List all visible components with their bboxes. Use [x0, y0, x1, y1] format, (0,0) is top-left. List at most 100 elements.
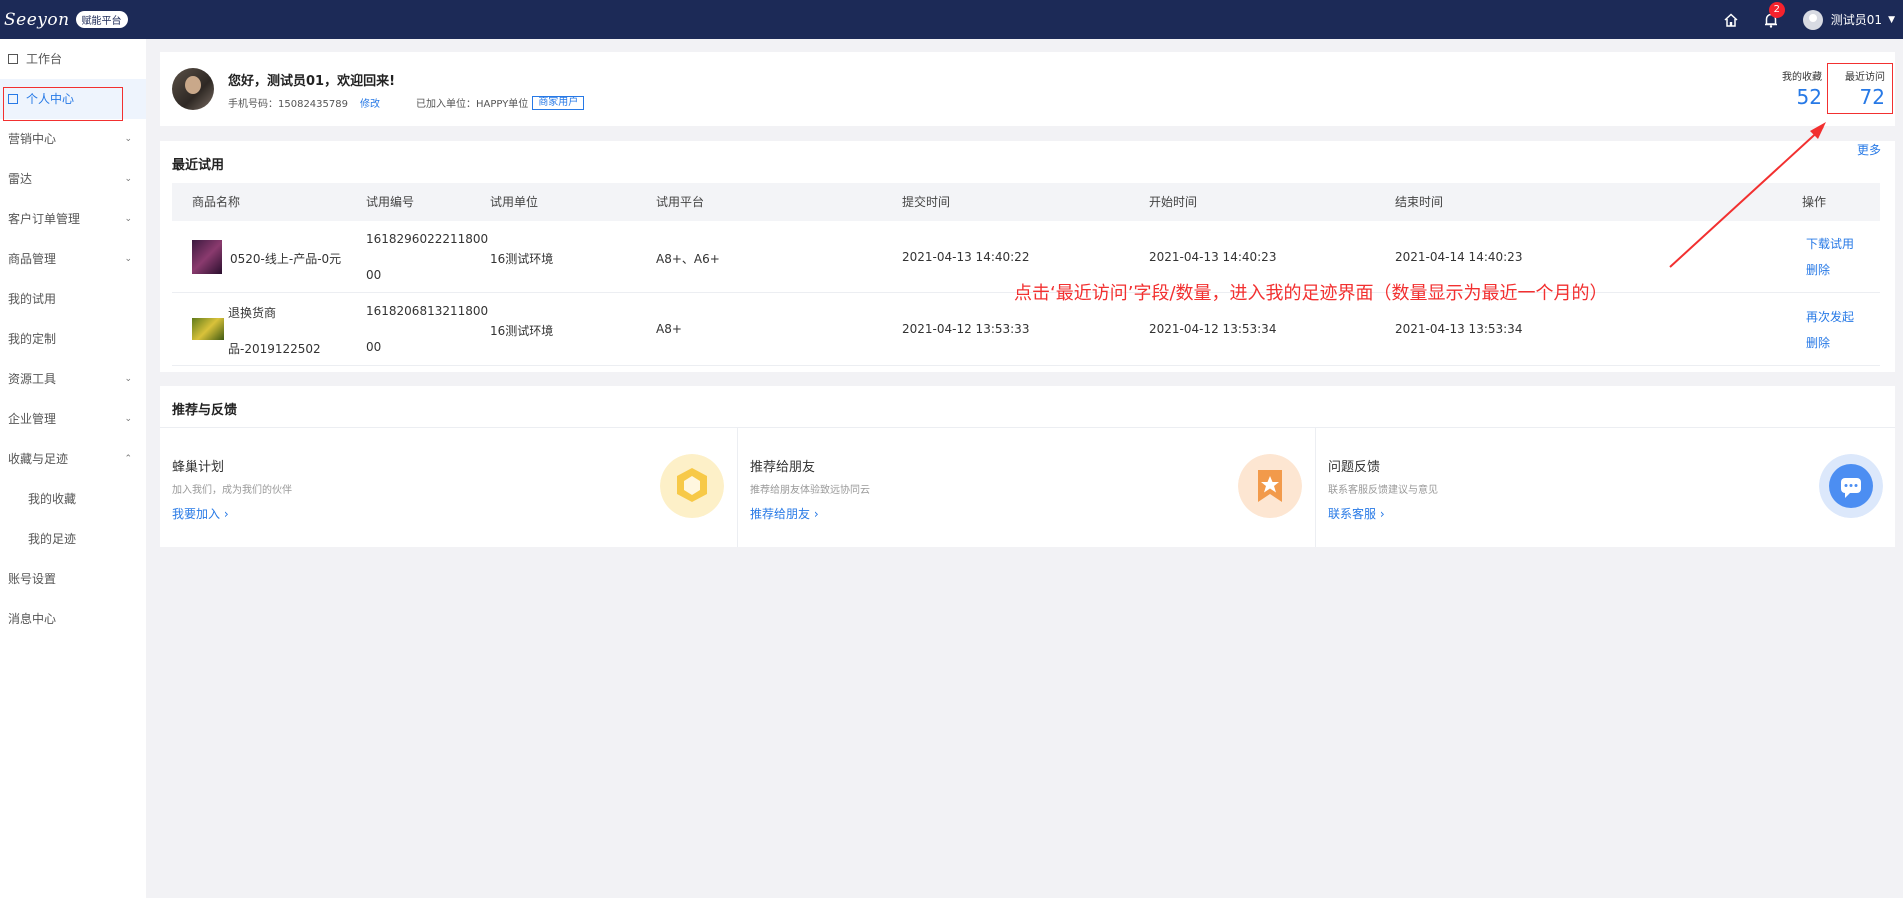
- section-header: 推荐与反馈: [160, 386, 1895, 428]
- recommend-friend-link-label: 推荐给朋友: [750, 507, 811, 521]
- avatar: [172, 68, 214, 110]
- submit-time: 2021-04-13 14:40:22: [902, 250, 1030, 264]
- chevron-down-icon: ⌄: [124, 214, 132, 224]
- logo-text: Seeyon: [4, 9, 70, 30]
- more-link[interactable]: 更多: [1857, 141, 1881, 158]
- delete-link[interactable]: 删除: [1806, 334, 1830, 351]
- sidebar-item-products[interactable]: 商品管理 ⌄: [0, 239, 146, 279]
- trial-id: 00: [366, 340, 382, 354]
- start-time: 2021-04-12 13:53:34: [1149, 322, 1277, 336]
- column-header: 商品名称: [192, 195, 241, 209]
- sidebar-item-customer-orders[interactable]: 客户订单管理 ⌄: [0, 199, 146, 239]
- product-thumbnail: [192, 240, 222, 274]
- user-type-tag: 商家用户: [532, 95, 585, 110]
- start-time: 2021-04-13 14:40:23: [1149, 250, 1277, 264]
- card-title: 蜂巢计划: [172, 460, 225, 475]
- ribbon-star-icon: [1238, 454, 1302, 518]
- product-thumbnail: [192, 318, 224, 340]
- column-header: 结束时间: [1395, 195, 1444, 209]
- favorites-label: 我的收藏: [1782, 72, 1822, 83]
- product-name[interactable]: 品-2019122502: [228, 340, 321, 357]
- contact-support-link[interactable]: 联系客服 ›: [1328, 505, 1385, 522]
- annotation-highlight-box: [1827, 63, 1893, 114]
- product-name[interactable]: 退换货商: [228, 304, 276, 321]
- trial-id: 00: [366, 268, 382, 282]
- chevron-down-icon[interactable]: ▼: [1888, 15, 1895, 25]
- table-header: 商品名称 试用编号 试用单位 试用平台 提交时间 开始时间 结束时间 操作: [172, 183, 1880, 221]
- reinitiate-link[interactable]: 再次发起: [1806, 308, 1854, 325]
- chat-bubble-icon: [1819, 454, 1883, 518]
- sidebar-item-label: 账号设置: [8, 572, 57, 586]
- greeting-text: 您好，测试员01，欢迎回来!: [228, 74, 396, 89]
- sidebar-item-label: 我的收藏: [28, 492, 77, 506]
- feedback-card: 问题反馈 联系客服反馈建议与意见 联系客服 ›: [1316, 428, 1895, 547]
- sidebar-item-enterprise[interactable]: 企业管理 ⌄: [0, 399, 146, 439]
- edit-phone-link[interactable]: 修改: [360, 95, 380, 110]
- sidebar-item-my-trials[interactable]: 我的试用: [0, 279, 146, 319]
- sidebar-item-marketing[interactable]: 营销中心 ⌄: [0, 119, 146, 159]
- user-menu-name[interactable]: 测试员01: [1831, 11, 1882, 28]
- section-title: 最近试用: [172, 158, 225, 173]
- profile-card: 您好，测试员01，欢迎回来! 手机号码：15082435789 修改 已加入单位…: [160, 52, 1895, 126]
- sidebar-item-label: 营销中心: [8, 132, 57, 146]
- profile-info-line: 手机号码：15082435789 修改 已加入单位：HAPPY单位 商家用户: [228, 95, 585, 110]
- notification-button[interactable]: 2: [1763, 1, 1785, 28]
- card-description: 加入我们，成为我们的伙伴: [172, 485, 292, 496]
- hive-plan-card: 蜂巢计划 加入我们，成为我们的伙伴 我要加入 ›: [160, 428, 738, 547]
- favorites-stat[interactable]: 我的收藏 52: [1762, 68, 1822, 109]
- trial-id: 1618296022211800: [366, 232, 489, 246]
- column-header: 试用平台: [656, 195, 705, 209]
- sidebar-item-label: 收藏与足迹: [8, 452, 69, 466]
- card-description: 推荐给朋友体验致远协同云: [750, 485, 870, 496]
- chevron-down-icon: ⌄: [124, 254, 132, 264]
- annotation-text: 点击‘最近访问’字段/数量，进入我的足迹界面（数量显示为最近一个月的）: [1014, 283, 1608, 304]
- recent-trials-card: 最近试用 更多 商品名称 试用编号 试用单位 试用平台 提交时间 开始时间 结束…: [160, 141, 1895, 372]
- workbench-icon: [8, 54, 18, 64]
- sidebar-item-label: 消息中心: [8, 612, 57, 626]
- annotation-arrow: [1669, 122, 1826, 268]
- avatar[interactable]: [1802, 9, 1823, 30]
- section-title: 推荐与反馈: [172, 403, 238, 418]
- sidebar-item-my-custom[interactable]: 我的定制: [0, 319, 146, 359]
- sidebar-item-label: 我的定制: [8, 332, 57, 346]
- end-time: 2021-04-13 13:53:34: [1395, 322, 1523, 336]
- trial-unit: 16测试环境: [490, 252, 554, 266]
- sidebar-item-label: 商品管理: [8, 252, 57, 266]
- card-description: 联系客服反馈建议与意见: [1328, 485, 1438, 496]
- joined-unit: 已加入单位：HAPPY单位: [416, 99, 529, 110]
- chevron-down-icon: ⌄: [124, 174, 132, 184]
- sidebar-item-messages[interactable]: 消息中心: [0, 599, 146, 639]
- home-icon[interactable]: [1723, 12, 1739, 28]
- logo[interactable]: Seeyon 赋能平台: [0, 10, 146, 30]
- sidebar-item-workbench[interactable]: 工作台: [0, 39, 146, 79]
- submit-time: 2021-04-12 13:53:33: [902, 322, 1030, 336]
- sidebar-item-my-footprints[interactable]: 我的足迹: [0, 519, 146, 559]
- sidebar-item-my-favorites[interactable]: 我的收藏: [0, 479, 146, 519]
- annotation-highlight-box: [3, 87, 123, 121]
- hive-icon: [660, 454, 724, 518]
- contact-support-link-label: 联系客服: [1328, 507, 1377, 521]
- chevron-down-icon: ⌄: [124, 134, 132, 144]
- favorites-count: 52: [1796, 85, 1822, 109]
- chevron-down-icon: ⌄: [124, 374, 132, 384]
- sidebar-item-label: 工作台: [26, 52, 63, 66]
- end-time: 2021-04-14 14:40:23: [1395, 250, 1523, 264]
- card-title: 问题反馈: [1328, 460, 1381, 475]
- trial-platform: A8+: [656, 322, 682, 336]
- sidebar-item-resource-tools[interactable]: 资源工具 ⌄: [0, 359, 146, 399]
- sidebar-item-label: 我的足迹: [28, 532, 77, 546]
- chevron-up-icon: ⌃: [124, 454, 132, 464]
- sidebar-item-label: 资源工具: [8, 372, 57, 386]
- column-header: 开始时间: [1149, 195, 1198, 209]
- product-name[interactable]: 0520-线上-产品-0元: [230, 250, 341, 267]
- notification-count-badge: 2: [1768, 1, 1785, 18]
- sidebar-item-account-settings[interactable]: 账号设置: [0, 559, 146, 599]
- join-link[interactable]: 我要加入 ›: [172, 505, 229, 522]
- sidebar: 工作台 个人中心 营销中心 ⌄ 雷达 ⌄ 客户订单管理 ⌄ 商品管理 ⌄ 我的试用 我的…: [0, 39, 146, 898]
- sidebar-item-favorites-footprints[interactable]: 收藏与足迹 ⌃: [0, 439, 146, 479]
- sidebar-item-label: 企业管理: [8, 412, 57, 426]
- platform-badge: 赋能平台: [75, 11, 128, 28]
- sidebar-item-label: 我的试用: [8, 292, 57, 306]
- sidebar-item-radar[interactable]: 雷达 ⌄: [0, 159, 146, 199]
- recommend-friend-link[interactable]: 推荐给朋友 ›: [750, 505, 819, 522]
